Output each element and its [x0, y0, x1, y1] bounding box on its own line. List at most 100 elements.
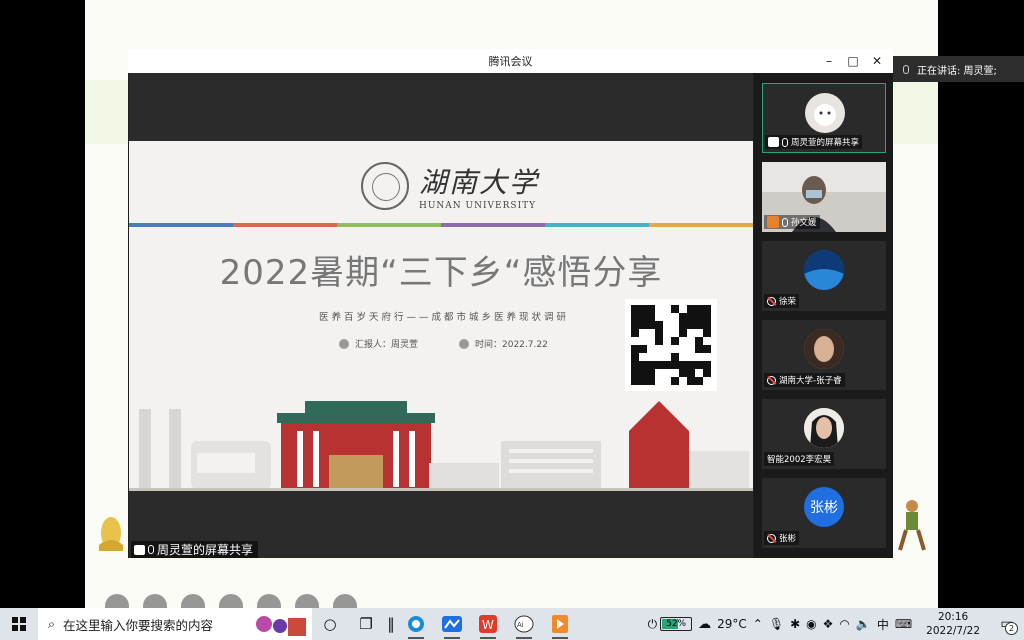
- reporter-line: 汇报人：周灵萱: [339, 337, 418, 350]
- minimize-button[interactable]: –: [817, 49, 841, 73]
- show-hidden-icons-chevron-icon[interactable]: ⌃: [753, 617, 763, 631]
- avatar: [805, 93, 845, 133]
- qr-module: [695, 305, 703, 313]
- qr-module: [631, 345, 639, 353]
- campus-skyline-illustration: [129, 401, 753, 491]
- qr-module: [663, 313, 671, 321]
- qr-module: [679, 353, 687, 361]
- qr-module: [655, 369, 663, 377]
- svg-text:Ai: Ai: [517, 621, 524, 629]
- qr-code: [625, 299, 717, 391]
- avatar: [804, 329, 844, 369]
- clock[interactable]: 20:16 2022/7/22: [918, 610, 988, 638]
- qr-module: [663, 345, 671, 353]
- tencent-meeting-app-icon[interactable]: [434, 608, 470, 640]
- stripe-segment: [233, 223, 337, 227]
- qr-module: [695, 353, 703, 361]
- host-icon: [767, 216, 779, 228]
- qr-module: [631, 353, 639, 361]
- qr-module: [639, 313, 647, 321]
- mic-icon: [903, 64, 909, 74]
- bg-tool-icon: [295, 594, 319, 608]
- qr-module: [679, 361, 687, 369]
- stripe-segment: [129, 223, 233, 227]
- start-button[interactable]: [0, 608, 38, 640]
- bluetooth-icon[interactable]: ✱: [790, 617, 800, 631]
- wps-app-icon[interactable]: W: [470, 608, 506, 640]
- weather-temp[interactable]: 29°C: [717, 617, 747, 631]
- participant-tile[interactable]: 周灵萱的屏幕共享: [762, 83, 886, 153]
- app-icon[interactable]: Ai: [506, 608, 542, 640]
- system-tray: ⏻ 52% ☁ 29°C ⌃ 🎙 ✱ ◉ ❖ ◠ 🔈 中 ⌨ 20:16 202…: [648, 608, 1024, 640]
- qr-module: [639, 369, 647, 377]
- participant-tile[interactable]: 徐荣: [762, 241, 886, 311]
- qr-module: [647, 377, 655, 385]
- qr-module: [679, 377, 687, 385]
- qr-module: [695, 313, 703, 321]
- qq-tray-icon[interactable]: ◉: [806, 617, 816, 631]
- background-band: [85, 80, 130, 144]
- university-seal-icon: [361, 162, 409, 210]
- person-icon: [339, 338, 349, 349]
- location-pin-icon: [459, 338, 469, 349]
- time-text: 时间：2022.7.22: [475, 340, 548, 350]
- taskbar-search-box[interactable]: ⌕ 在这里输入你要搜索的内容: [38, 608, 312, 640]
- qr-module: [655, 345, 663, 353]
- participant-name: 徐荣: [779, 297, 797, 307]
- qr-module: [703, 337, 711, 345]
- qr-module: [663, 369, 671, 377]
- qr-module: [671, 313, 679, 321]
- qr-module: [679, 345, 687, 353]
- participant-name: 孙文媛: [791, 218, 817, 228]
- weather-icon[interactable]: ☁: [698, 617, 711, 632]
- task-view-icon[interactable]: ❐: [348, 608, 384, 640]
- cortana-icon[interactable]: ○: [312, 608, 348, 640]
- qr-module: [671, 329, 679, 337]
- qr-module: [663, 337, 671, 345]
- qr-module: [663, 321, 671, 329]
- close-button[interactable]: ✕: [865, 49, 889, 73]
- ime-indicator[interactable]: 中: [877, 616, 889, 633]
- qr-module: [631, 321, 639, 329]
- notification-center-button[interactable]: ▭ 2: [994, 608, 1020, 640]
- participant-name: 周灵萱的屏幕共享: [791, 138, 860, 148]
- media-player-app-icon[interactable]: [542, 608, 578, 640]
- slide-subtitle: 医养百岁天府行——成都市城乡医养现状调研: [318, 312, 569, 323]
- browser-app-icon[interactable]: [398, 608, 434, 640]
- ime-options-icon[interactable]: ⌨: [895, 617, 912, 631]
- qr-module: [703, 361, 711, 369]
- stripe-segment: [649, 223, 753, 227]
- wifi-icon[interactable]: ◠: [839, 617, 849, 631]
- qr-module: [671, 361, 679, 369]
- qr-module: [687, 369, 695, 377]
- avatar-initials: 张彬: [810, 500, 838, 516]
- participant-tile[interactable]: 孙文媛: [762, 162, 886, 232]
- clock-date: 2022/7/22: [926, 625, 980, 637]
- qr-module: [703, 369, 711, 377]
- slide-title: 2022暑期“三下乡“感悟分享: [219, 253, 663, 293]
- qr-module: [671, 337, 679, 345]
- stripe-segment: [441, 223, 545, 227]
- bg-tool-icon: [219, 594, 243, 608]
- qr-module: [671, 305, 679, 313]
- participant-tile[interactable]: 智能2002李宏昊: [762, 399, 886, 469]
- avatar: [804, 250, 844, 290]
- qr-module: [687, 329, 695, 337]
- title-bar[interactable]: 腾讯会议 – □ ✕: [128, 49, 893, 73]
- wechat-tray-icon[interactable]: ❖: [823, 617, 834, 631]
- qr-module: [679, 337, 687, 345]
- avatar: [804, 408, 844, 448]
- maximize-button[interactable]: □: [841, 49, 865, 73]
- battery-indicator[interactable]: ⏻ 52%: [648, 617, 693, 632]
- microphone-tray-icon[interactable]: 🎙: [769, 617, 784, 631]
- participant-tile[interactable]: 湖南大学-张子睿: [762, 320, 886, 390]
- qr-module: [655, 313, 663, 321]
- qr-module: [631, 361, 639, 369]
- qr-module: [703, 321, 711, 329]
- qr-module: [679, 313, 687, 321]
- volume-icon[interactable]: 🔈: [856, 617, 871, 631]
- qr-module: [655, 353, 663, 361]
- qr-module: [687, 305, 695, 313]
- participant-tile[interactable]: 张彬 张彬: [762, 478, 886, 548]
- screen-share-area[interactable]: 湖南大学 HUNAN UNIVERSITY 2022暑期“三下乡“感悟分享 医养…: [129, 73, 753, 558]
